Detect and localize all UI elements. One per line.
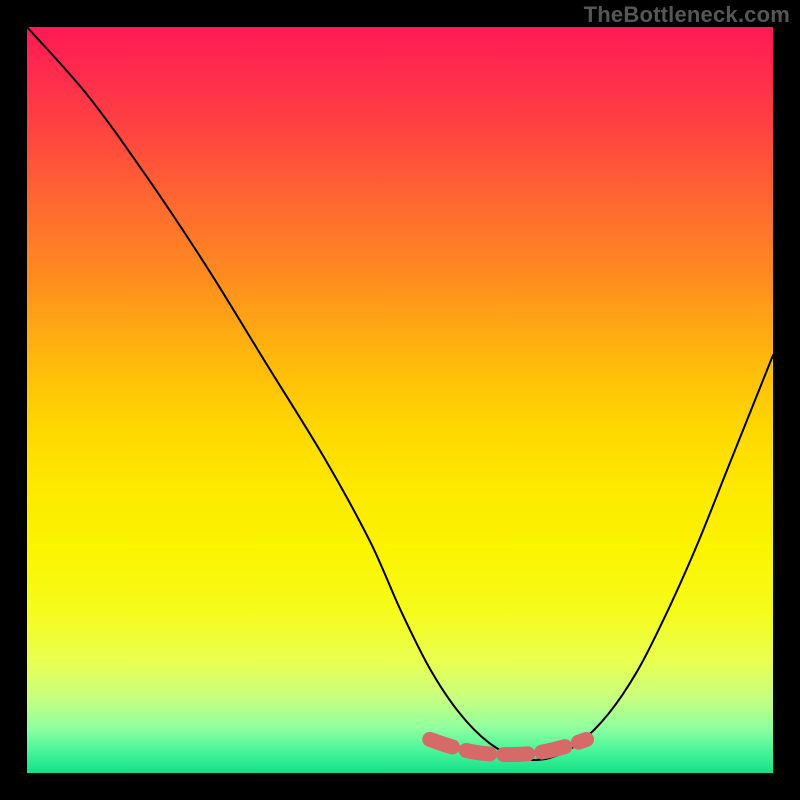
highlight-path [430, 739, 587, 754]
chart-svg [27, 27, 773, 773]
plot-area [27, 27, 773, 773]
chart-frame: TheBottleneck.com [0, 0, 800, 800]
watermark-text: TheBottleneck.com [584, 2, 790, 28]
curve-path [27, 27, 773, 760]
